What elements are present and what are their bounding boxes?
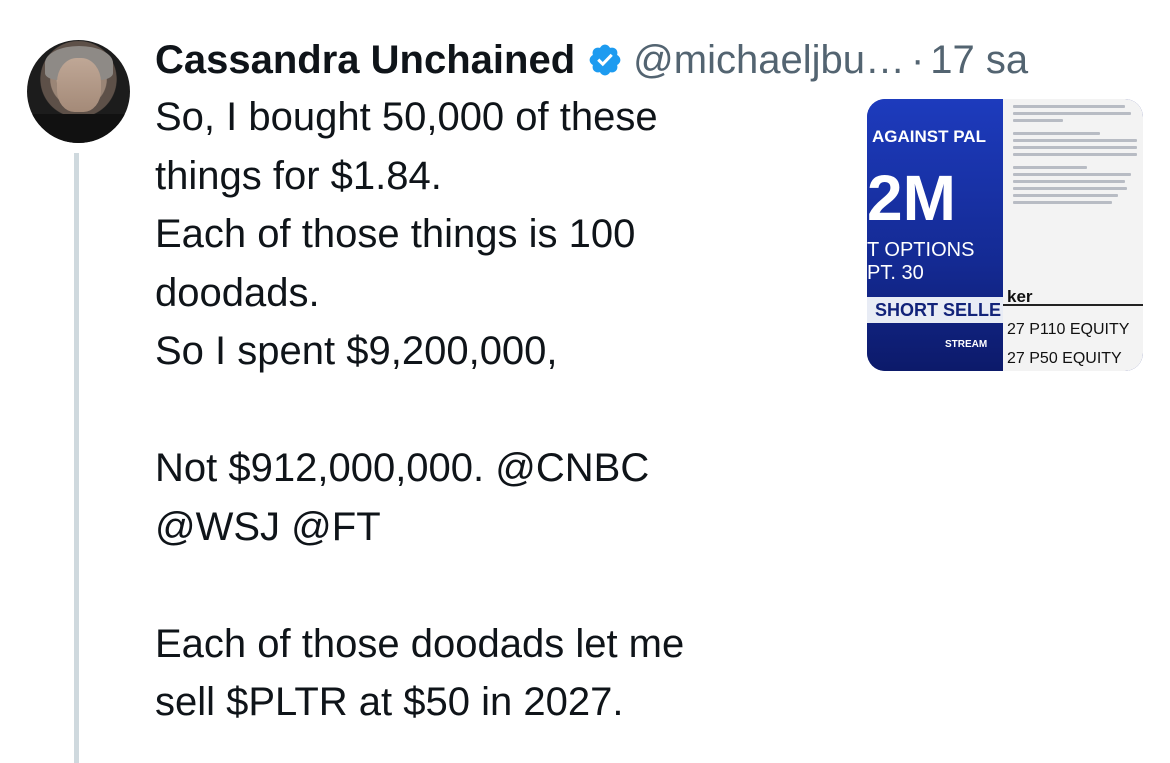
media-document-text-lines (1013, 105, 1137, 208)
media-options-line2: PT. 30 (867, 262, 924, 284)
author-avatar[interactable] (27, 40, 130, 143)
avatar-face (57, 58, 101, 112)
verified-badge-icon (589, 44, 621, 76)
author-handle[interactable]: @michaeljbu… (633, 38, 905, 83)
tweet-header: Cassandra Unchained @michaeljbu… · 17 sa (155, 32, 1028, 88)
media-big-number: 2M (867, 162, 956, 234)
media-equity-line2: 27 P50 EQUITY (1007, 350, 1122, 367)
tweet-timestamp[interactable]: 17 sa (930, 38, 1028, 83)
header-separator: · (910, 37, 925, 82)
media-options-line1: T OPTIONS (867, 239, 975, 261)
media-equity-line1: 27 P110 EQUITY (1007, 321, 1130, 338)
media-stream-label: STREAM (945, 339, 988, 350)
avatar-shirt (27, 114, 130, 143)
media-divider (1003, 304, 1143, 306)
media-short-seller-bar: SHORT SELLE (867, 297, 1003, 323)
thread-connector-line (74, 153, 79, 763)
tweet-body-text: So, I bought 50,000 of these things for … (155, 95, 685, 724)
tweet-media-thumbnail[interactable]: AGAINST PAL 2M T OPTIONS PT. 30 SHORT SE… (867, 99, 1143, 371)
author-name[interactable]: Cassandra Unchained (155, 38, 575, 83)
media-headline: AGAINST PAL (872, 127, 986, 146)
